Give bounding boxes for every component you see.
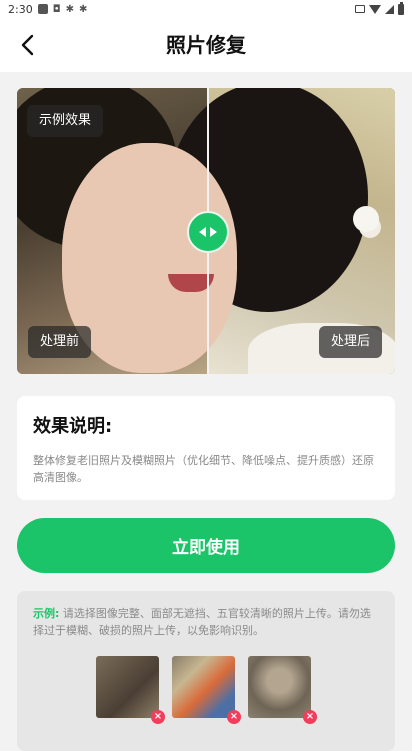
signal-icon — [385, 4, 394, 14]
sample-image-old-portrait: × — [96, 656, 165, 724]
info-title: 效果说明: — [33, 416, 113, 437]
compare-slider-handle[interactable] — [187, 211, 229, 253]
arrow-left-icon — [199, 227, 206, 237]
tips-text: 示例: 请选择图像完整、面部无遮挡、五官较清晰的照片上传。请勿选择过于模糊、破损… — [33, 605, 379, 639]
sample-image-damaged: × — [248, 656, 317, 724]
comparison-preview: 示例效果 处理前 处理后 — [17, 88, 395, 374]
example-tag: 示例效果 — [27, 105, 104, 137]
remove-icon: × — [303, 710, 317, 724]
effect-info-card: 效果说明: 整体修复老旧照片及模糊照片（优化细节、降低噪点、提升质感）还原高清图… — [17, 396, 395, 500]
vibrate-icon — [355, 5, 365, 13]
info-description: 整体修复老旧照片及模糊照片（优化细节、降低噪点、提升质感）还原高清图像。 — [33, 454, 374, 484]
page-title: 照片修复 — [166, 33, 246, 57]
status-right — [355, 1, 404, 15]
wifi-icon — [369, 4, 381, 14]
app-header: 照片修复 — [0, 18, 412, 72]
notification-app-icon: ◘ — [52, 3, 61, 15]
status-time: 2:30 — [8, 2, 33, 16]
back-button[interactable] — [14, 31, 42, 59]
notification-bug-icon: ✱ — [65, 3, 75, 15]
tips-label: 示例: — [33, 607, 60, 620]
arrow-right-icon — [210, 227, 217, 237]
before-label: 处理前 — [28, 326, 92, 358]
notification-square-icon — [37, 4, 48, 14]
sample-image-children: × — [172, 656, 241, 724]
remove-icon: × — [227, 710, 241, 724]
remove-icon: × — [151, 710, 165, 724]
notification-bug-icon: ✱ — [79, 3, 88, 15]
status-bar: 2:30 ◘ ✱ ✱ — [0, 0, 412, 18]
tips-card: 示例: 请选择图像完整、面部无遮挡、五官较清晰的照片上传。请勿选择过于模糊、破损… — [17, 591, 395, 751]
after-label: 处理后 — [319, 326, 383, 358]
sample-images: × × × — [96, 656, 317, 724]
use-now-button[interactable]: 立即使用 — [17, 518, 395, 573]
chevron-left-icon — [21, 34, 34, 56]
status-left: 2:30 ◘ ✱ ✱ — [8, 3, 87, 16]
flower-decoration — [353, 206, 379, 232]
tips-body: 请选择图像完整、面部无遮挡、五官较清晰的照片上传。请勿选择过于模糊、破损的照片上… — [33, 607, 371, 637]
battery-icon — [398, 1, 404, 15]
